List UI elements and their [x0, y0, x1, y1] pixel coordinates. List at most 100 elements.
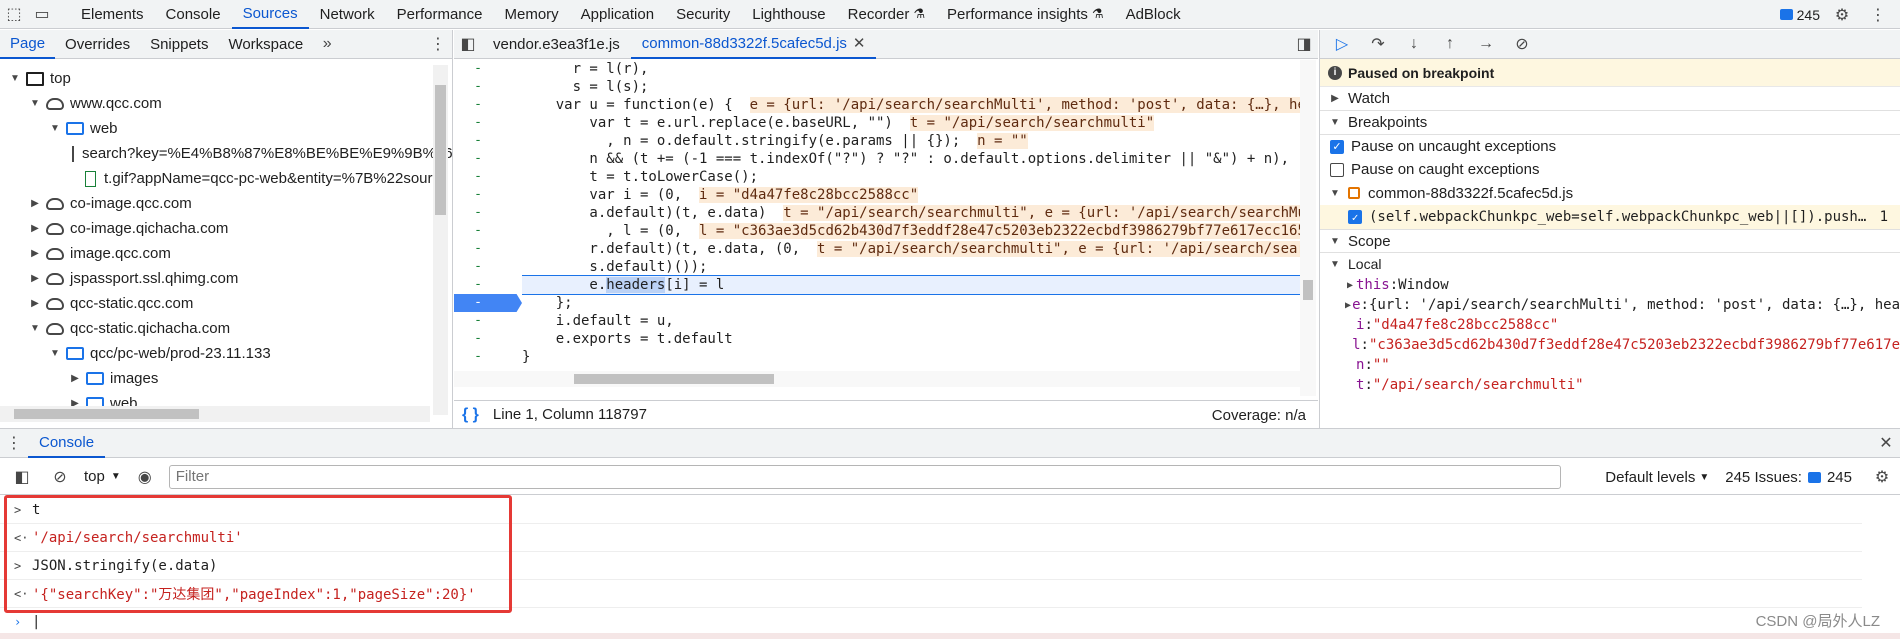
gutter-line[interactable]: - [454, 348, 522, 366]
tree-item[interactable]: t.gif?appName=qcc-pc-web&entity=%7B%22so… [0, 166, 440, 191]
step-out-icon[interactable]: ↑ [1436, 31, 1464, 57]
breakpoint-marker[interactable]: - [454, 294, 522, 312]
pause-uncaught-checkbox[interactable]: ✓ [1330, 139, 1344, 154]
tree-item[interactable]: ▼ qcc-static.qichacha.com [0, 316, 440, 341]
tree-item[interactable]: ▼ top [0, 66, 440, 91]
line-gutter[interactable]: - - - - - - - - - - - - - - - - - - [454, 60, 522, 396]
navigator-horizontal-scroll-thumb[interactable] [14, 409, 199, 419]
navigator-tab-overrides[interactable]: Overrides [55, 30, 140, 59]
panel-tab-performance-insights[interactable]: Performance insights ⚗ [936, 0, 1115, 29]
panel-tab-elements[interactable]: Elements [70, 0, 155, 29]
scope-variable[interactable]: t: "/api/search/searchmulti" [1320, 375, 1900, 395]
editor-tab-common[interactable]: common-88d3322f.5cafec5d.js ✕ [630, 30, 877, 59]
gutter-line[interactable]: - [454, 312, 522, 330]
scope-variable[interactable]: i: "d4a47fe8c28bcc2588cc" [1320, 315, 1900, 335]
panel-tab-application[interactable]: Application [570, 0, 665, 29]
tree-item[interactable]: ▶ jspassport.ssl.qhimg.com [0, 266, 440, 291]
navigator-tab-workspace[interactable]: Workspace [218, 30, 313, 59]
tree-item[interactable]: ▶ image.qcc.com [0, 241, 440, 266]
close-drawer-icon[interactable]: ✕ [1872, 429, 1900, 457]
close-tab-icon[interactable]: ✕ [853, 34, 866, 52]
scope-variable[interactable]: l: "c363ae3d5cd62b430d7f3eddf28e47c5203e… [1320, 335, 1900, 355]
pause-caught-checkbox[interactable] [1330, 162, 1344, 177]
expanded-arrow-icon[interactable]: ▼ [48, 123, 62, 134]
gutter-line[interactable]: - [454, 222, 522, 240]
breakpoint-entry[interactable]: ✓ (self.webpackChunkpc_web=self.webpackC… [1320, 205, 1900, 229]
panel-tab-memory[interactable]: Memory [494, 0, 570, 29]
context-selector[interactable]: top ▼ [84, 468, 121, 485]
gutter-line[interactable]: - [454, 240, 522, 258]
collapsed-arrow-icon[interactable]: ▶ [1344, 300, 1352, 311]
editor-vertical-scroll-thumb[interactable] [1303, 280, 1313, 300]
step-into-icon[interactable]: ↓ [1400, 31, 1428, 57]
collapsed-arrow-icon[interactable]: ▶ [68, 373, 82, 384]
editor-tab-vendor[interactable]: vendor.e3ea3f1e.js [482, 30, 631, 59]
scope-variable[interactable]: ▶ this: Window [1320, 275, 1900, 295]
local-scope-header[interactable]: ▼ Local [1320, 253, 1900, 275]
gutter-line[interactable]: - [454, 258, 522, 276]
issues-badge[interactable]: 245 [1779, 7, 1820, 23]
gutter-line[interactable]: - [454, 132, 522, 150]
panel-tab-security[interactable]: Security [665, 0, 741, 29]
breakpoint-enabled-checkbox[interactable]: ✓ [1348, 210, 1362, 224]
tree-item[interactable]: ▶ images [0, 366, 440, 391]
panel-tab-sources[interactable]: Sources [231, 0, 309, 29]
scope-variable[interactable]: n: "" [1320, 355, 1900, 375]
code-area[interactable]: r = l(r), s = l(s); var u = function(e) … [522, 60, 1302, 396]
console-settings-gear-icon[interactable]: ⚙ [1868, 463, 1896, 491]
editor-vertical-scrollbar[interactable] [1300, 60, 1316, 396]
collapsed-arrow-icon[interactable]: ▶ [28, 298, 42, 309]
gutter-line[interactable]: - [454, 96, 522, 114]
collapsed-arrow-icon[interactable]: ▶ [28, 273, 42, 284]
more-options-icon[interactable]: ⋮ [1864, 1, 1892, 29]
tree-item[interactable]: ▼ www.qcc.com [0, 91, 440, 116]
expanded-arrow-icon[interactable]: ▼ [28, 98, 42, 109]
settings-gear-icon[interactable]: ⚙ [1828, 1, 1856, 29]
navigator-menu-icon[interactable]: ⋮ [424, 30, 452, 58]
collapsed-arrow-icon[interactable]: ▶ [28, 248, 42, 259]
navigator-tab-snippets[interactable]: Snippets [140, 30, 218, 59]
editor-horizontal-scroll-thumb[interactable] [574, 374, 774, 384]
tree-item[interactable]: ▶ qcc-static.qcc.com [0, 291, 440, 316]
navigator-vertical-scroll-thumb[interactable] [435, 85, 446, 215]
gutter-line[interactable]: - [454, 60, 522, 78]
panel-tab-network[interactable]: Network [309, 0, 386, 29]
gutter-line[interactable]: - [454, 186, 522, 204]
panel-tab-recorder[interactable]: Recorder ⚗ [837, 0, 936, 29]
tree-item[interactable]: search?key=%E4%B8%87%E8%BE%BE%E9%9B%86 [0, 141, 452, 166]
gutter-line[interactable]: - [454, 330, 522, 348]
expanded-arrow-icon[interactable]: ▼ [8, 73, 22, 84]
panel-tab-lighthouse[interactable]: Lighthouse [741, 0, 836, 29]
gutter-line[interactable]: - [454, 114, 522, 132]
collapsed-arrow-icon[interactable]: ▶ [28, 198, 42, 209]
panel-tab-console[interactable]: Console [155, 0, 232, 29]
collapsed-arrow-icon[interactable]: ▶ [1344, 280, 1356, 291]
expanded-arrow-icon[interactable]: ▼ [48, 348, 62, 359]
console-filter-input[interactable] [168, 464, 1561, 489]
panel-tab-performance[interactable]: Performance [386, 0, 494, 29]
watch-section-header[interactable]: ▶ Watch [1320, 87, 1900, 111]
panel-tab-adblock[interactable]: AdBlock [1115, 0, 1192, 29]
pretty-print-braces-icon[interactable]: { } [462, 406, 479, 424]
console-issues-badge[interactable]: 245 Issues: 245 [1725, 469, 1852, 486]
inspect-element-icon[interactable]: ⬚ [0, 0, 28, 28]
breakpoint-file-row[interactable]: ▼ common-88d3322f.5cafec5d.js [1320, 181, 1900, 205]
pause-uncaught-row[interactable]: ✓ Pause on uncaught exceptions [1320, 135, 1900, 158]
more-tabs-chevron-icon[interactable]: » [313, 30, 341, 58]
drawer-menu-icon[interactable]: ⋮ [0, 429, 28, 457]
collapsed-arrow-icon[interactable]: ▶ [28, 223, 42, 234]
tree-item[interactable]: ▶ co-image.qichacha.com [0, 216, 440, 241]
drawer-tab-console[interactable]: Console [28, 429, 106, 458]
expanded-arrow-icon[interactable]: ▼ [28, 323, 42, 334]
console-sidebar-icon[interactable]: ◧ [8, 463, 36, 491]
gutter-line[interactable]: - [454, 204, 522, 222]
live-expression-eye-icon[interactable]: ◉ [131, 463, 159, 491]
scope-section-header[interactable]: ▼ Scope [1320, 229, 1900, 253]
tree-item[interactable]: ▶ co-image.qcc.com [0, 191, 440, 216]
toggle-navigator-icon[interactable]: ◧ [454, 30, 482, 58]
breakpoints-section-header[interactable]: ▼ Breakpoints [1320, 111, 1900, 135]
resume-icon[interactable]: ▷ [1328, 31, 1356, 57]
tree-item[interactable]: ▼ qcc/pc-web/prod-23.11.133 [0, 341, 440, 366]
log-levels-dropdown[interactable]: Default levels ▼ [1605, 469, 1709, 486]
gutter-line[interactable]: - [454, 276, 522, 294]
